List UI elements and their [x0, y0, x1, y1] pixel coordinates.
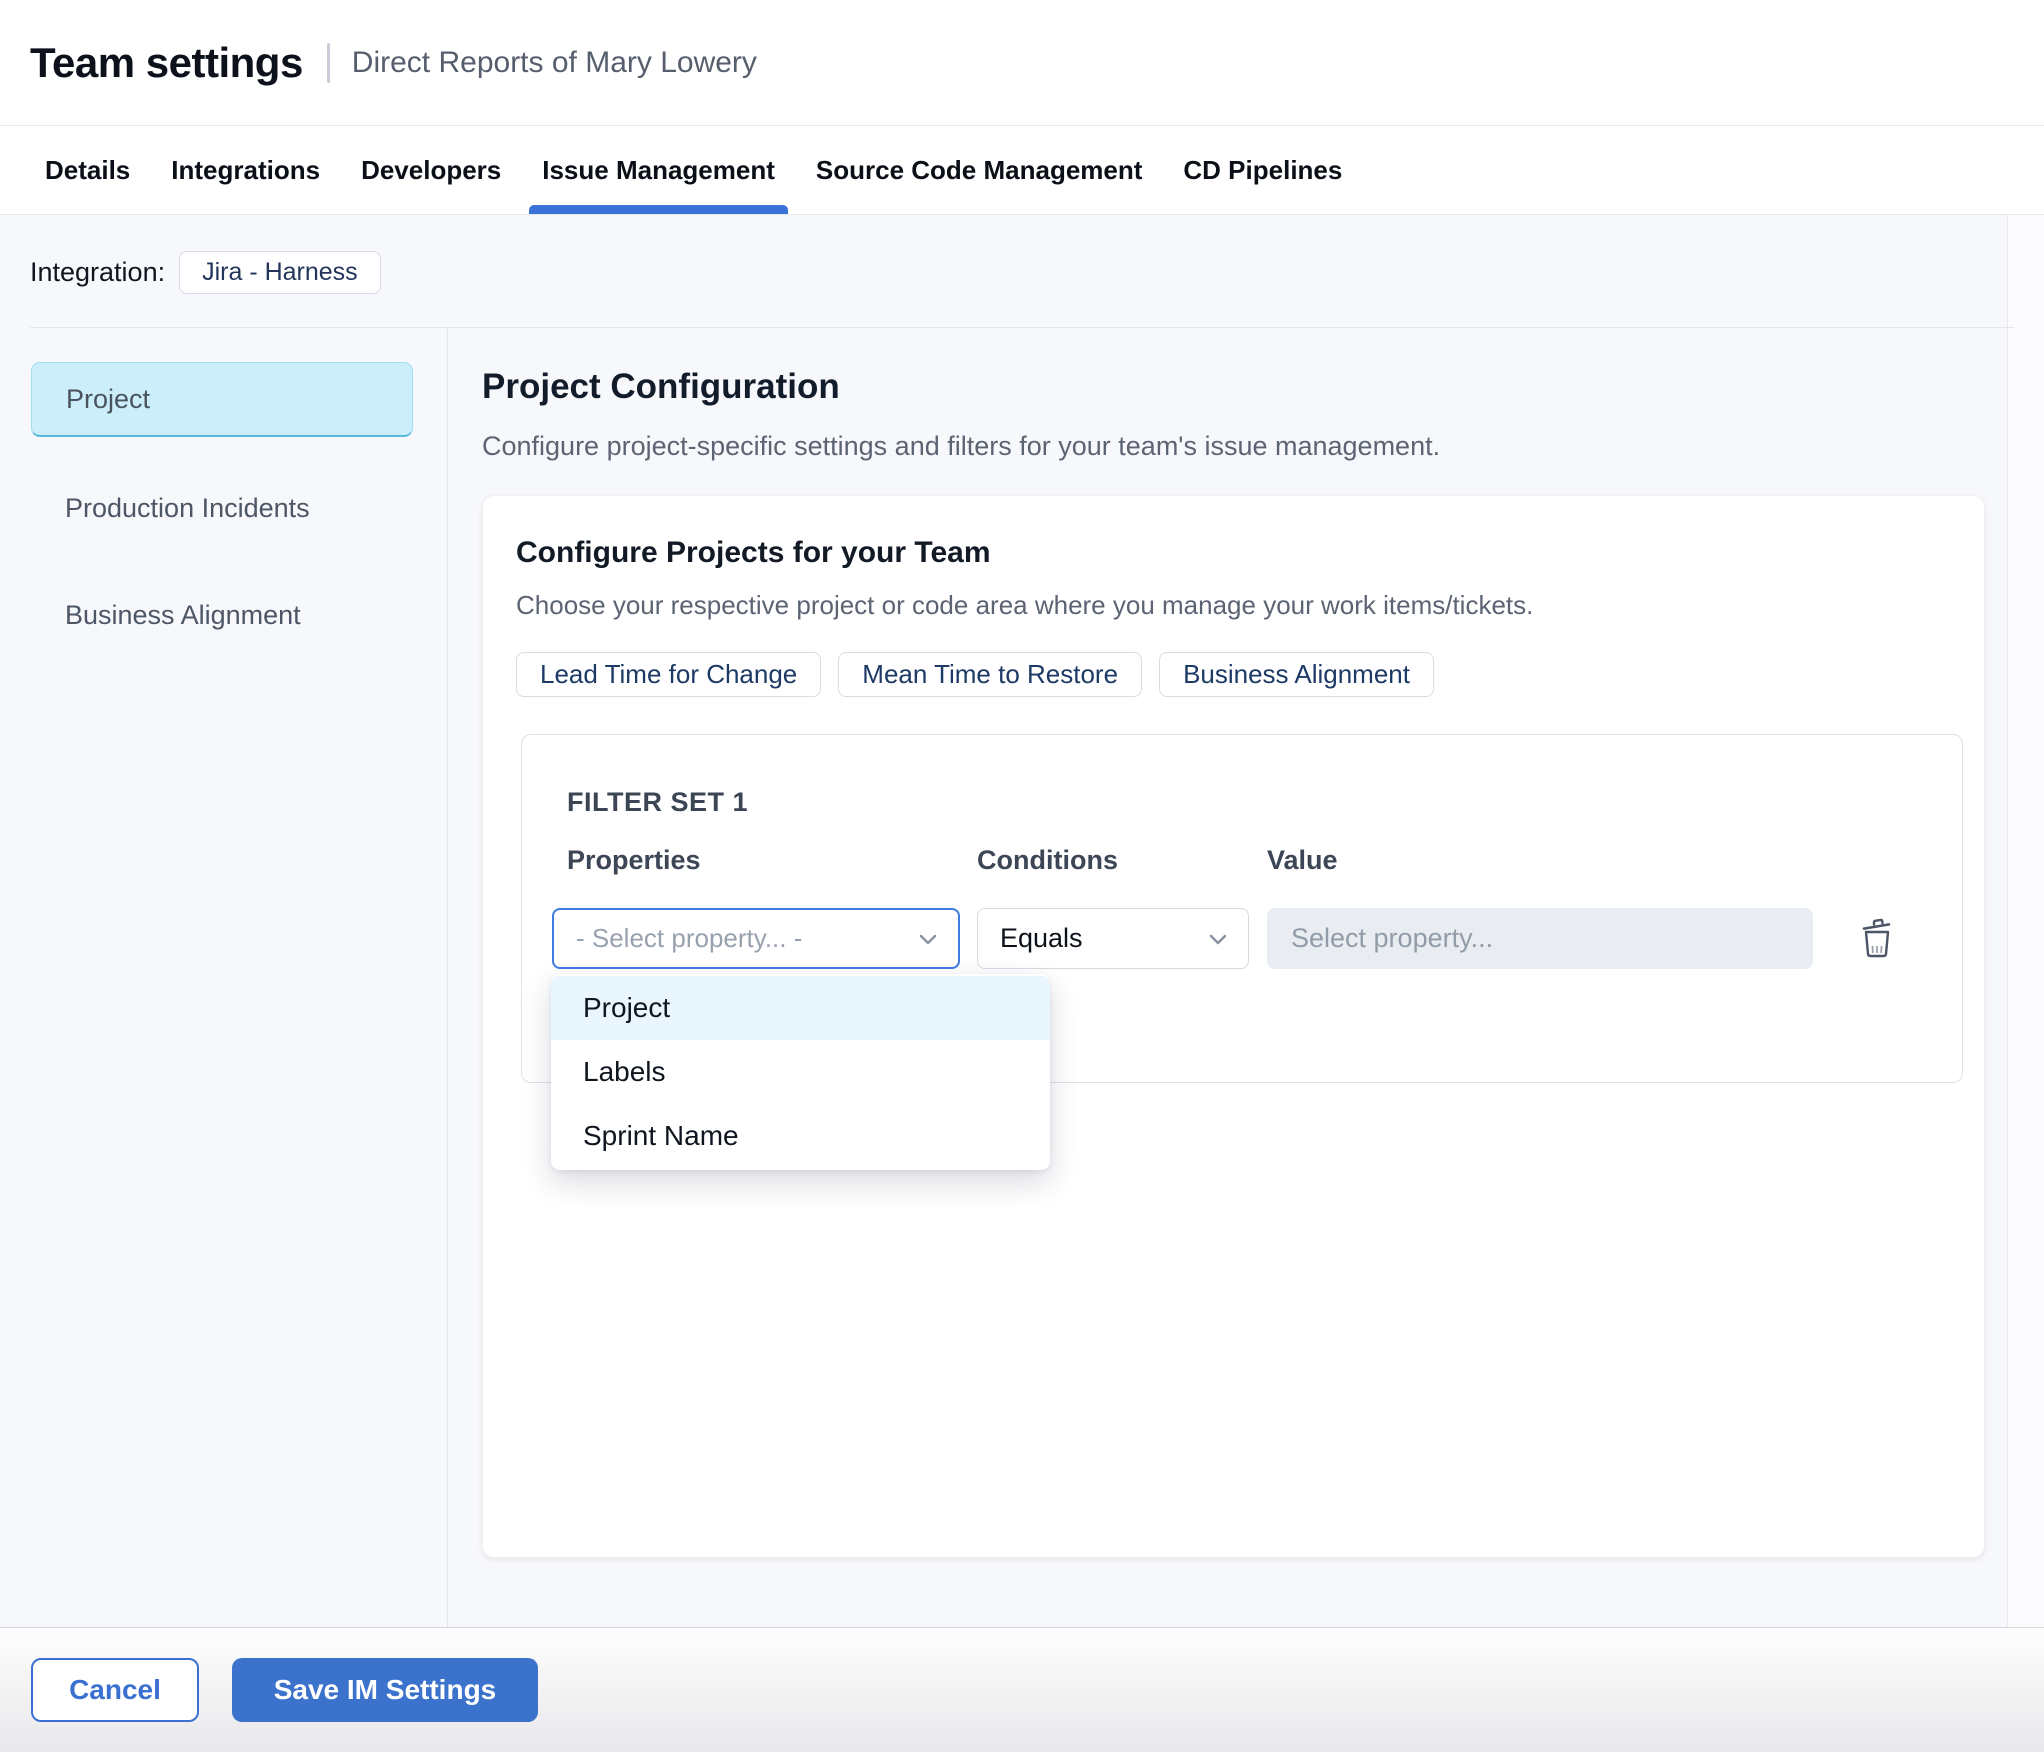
dropdown-option-labels[interactable]: Labels — [551, 1040, 1050, 1104]
cancel-button[interactable]: Cancel — [31, 1658, 199, 1722]
page-title: Team settings — [30, 38, 303, 86]
sidebar-item-production-incidents[interactable]: Production Incidents — [31, 471, 413, 546]
delete-filter-button[interactable] — [1854, 913, 1900, 963]
card-title: Configure Projects for your Team — [516, 536, 991, 569]
tab-bar: Details Integrations Developers Issue Ma… — [0, 127, 2044, 215]
column-label-properties: Properties — [567, 845, 701, 875]
integration-chip[interactable]: Jira - Harness — [179, 251, 381, 294]
chip-business-alignment[interactable]: Business Alignment — [1159, 652, 1434, 697]
integration-row: Integration: Jira - Harness — [30, 251, 381, 294]
property-select-placeholder: - Select property... - — [576, 923, 803, 953]
trash-icon — [1862, 918, 1891, 958]
horizontal-divider — [30, 327, 2014, 328]
filter-set-title: FILTER SET 1 — [567, 787, 749, 817]
tab-integrations[interactable]: Integrations — [171, 127, 320, 214]
page-subtitle: Direct Reports of Mary Lowery — [351, 45, 757, 79]
tab-cd-pipelines[interactable]: CD Pipelines — [1183, 127, 1342, 214]
chevron-down-icon — [919, 934, 937, 944]
column-label-conditions: Conditions — [977, 845, 1118, 875]
condition-select[interactable]: Equals — [977, 908, 1249, 969]
chip-mean-time-to-restore[interactable]: Mean Time to Restore — [838, 652, 1143, 697]
tab-developers[interactable]: Developers — [361, 127, 501, 214]
sidebar-item-project[interactable]: Project — [31, 362, 413, 437]
property-dropdown: Project Labels Sprint Name — [551, 974, 1050, 1170]
tab-issue-management[interactable]: Issue Management — [529, 127, 788, 214]
section-title: Project Configuration — [482, 367, 840, 406]
sidebar-item-label: Production Incidents — [65, 493, 310, 523]
sidebar-divider — [447, 327, 448, 1627]
dropdown-option-sprint-name[interactable]: Sprint Name — [551, 1104, 1050, 1168]
tab-source-code-management[interactable]: Source Code Management — [816, 127, 1143, 214]
column-label-value: Value — [1267, 845, 1338, 875]
section-description: Configure project-specific settings and … — [482, 431, 1441, 461]
sidebar-item-label: Project — [66, 383, 151, 414]
metric-chips-row: Lead Time for Change Mean Time to Restor… — [516, 652, 1434, 697]
condition-select-value: Equals — [1000, 923, 1083, 953]
property-select[interactable]: - Select property... - — [552, 908, 960, 969]
content-area: Integration: Jira - Harness Project Prod… — [0, 215, 2044, 1627]
value-input[interactable] — [1267, 908, 1813, 969]
card-description: Choose your respective project or code a… — [516, 590, 1534, 620]
page-header: Team settings Direct Reports of Mary Low… — [0, 0, 2044, 126]
chevron-down-icon — [1209, 934, 1227, 944]
integration-label: Integration: — [30, 257, 166, 287]
sidebar-item-label: Business Alignment — [65, 600, 301, 630]
chip-lead-time-for-change[interactable]: Lead Time for Change — [516, 652, 822, 697]
title-separator — [326, 42, 330, 83]
save-im-settings-button[interactable]: Save IM Settings — [232, 1658, 538, 1722]
configure-projects-card: Configure Projects for your Team Choose … — [482, 495, 1985, 1558]
tab-details[interactable]: Details — [45, 127, 130, 214]
footer-bar: Cancel Save IM Settings — [0, 1627, 2044, 1752]
dropdown-option-project[interactable]: Project — [551, 976, 1050, 1040]
scroll-gutter — [2007, 215, 2044, 1627]
sidebar-item-business-alignment[interactable]: Business Alignment — [31, 578, 413, 653]
team-settings-page: Team settings Direct Reports of Mary Low… — [0, 0, 2044, 1752]
